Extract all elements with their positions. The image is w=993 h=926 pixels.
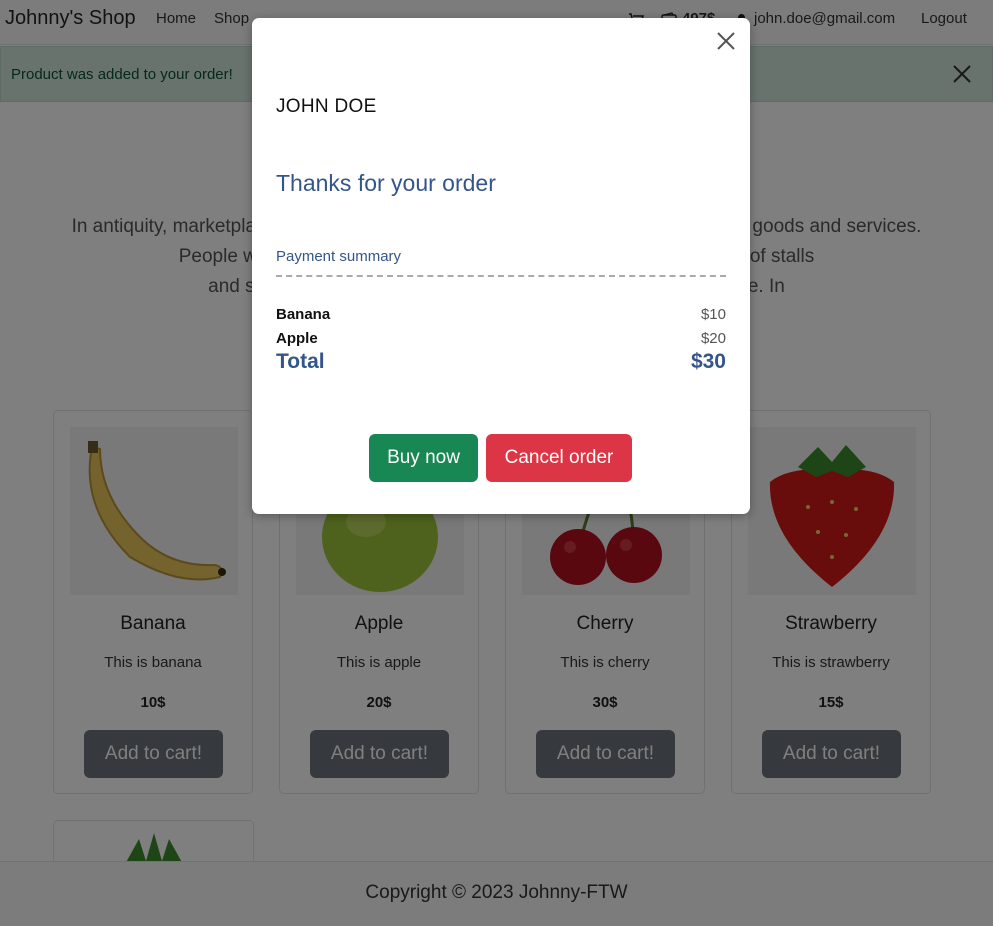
payment-summary-label: Payment summary — [276, 248, 402, 265]
buy-now-button[interactable]: Buy now — [369, 434, 478, 482]
divider — [276, 275, 726, 277]
summary-item: Apple $20 — [276, 330, 726, 350]
total-value: $30 — [690, 350, 726, 373]
close-icon[interactable] — [715, 30, 737, 52]
summary-item-price: $10 — [700, 306, 726, 323]
summary-item: Banana $10 — [276, 306, 726, 326]
total-label: Total — [276, 350, 325, 373]
modal-heading: Thanks for your order — [276, 170, 496, 196]
summary-item-name: Banana — [276, 306, 331, 323]
cancel-order-button[interactable]: Cancel order — [486, 434, 632, 482]
summary-item-name: Apple — [276, 330, 318, 347]
summary-item-price: $20 — [700, 330, 726, 347]
order-modal: JOHN DOE Thanks for your order Payment s… — [252, 18, 750, 514]
customer-name: JOHN DOE — [276, 96, 377, 117]
